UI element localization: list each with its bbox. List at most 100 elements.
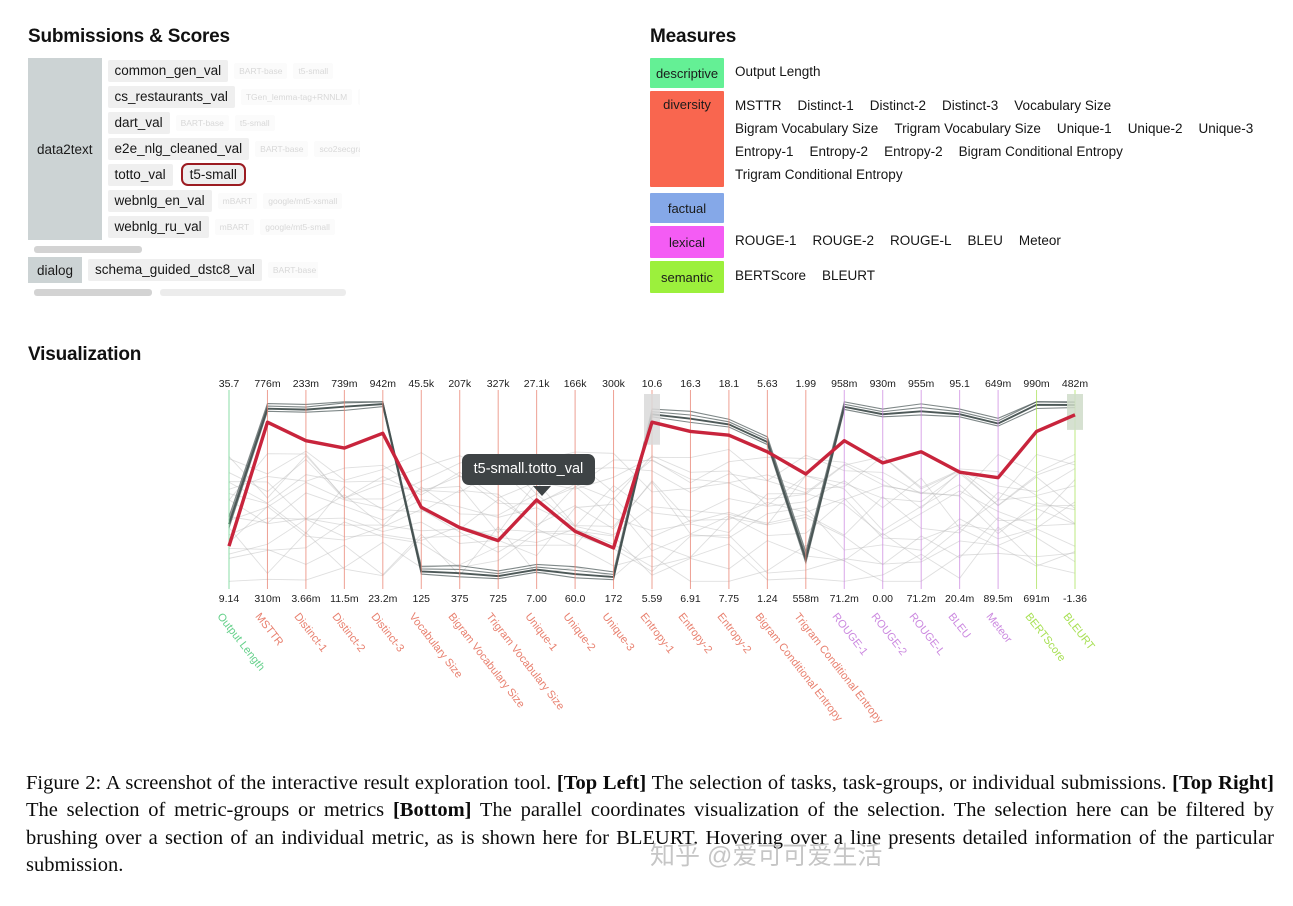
task-chip-webnlg_ru_val[interactable]: webnlg_ru_val [107,215,209,238]
task-group-tag-data2text[interactable]: data2text [28,58,102,240]
task-chip-common_gen_val[interactable]: common_gen_val [107,59,229,82]
axis-min-label: 0.00 [872,593,893,605]
axis-min-label: 310m [254,593,281,605]
measure-item-rouge-1[interactable]: ROUGE-1 [735,233,797,248]
measure-item-rouge-2[interactable]: ROUGE-2 [813,233,875,248]
measure-item-bertscore[interactable]: BERTScore [735,268,806,283]
axis-min-label: 5.59 [641,593,663,605]
axis-min-label: 71.2m [906,593,936,605]
submission-chip-google/mt5-small[interactable]: google/mt5-small [260,218,335,235]
axis-min-label: 558m [792,593,819,605]
task-chip-dart_val[interactable]: dart_val [107,111,170,134]
visualization-title: Visualization [28,344,142,365]
measure-item-distinct-1[interactable]: Distinct-1 [798,98,854,113]
submission-chip-BART-base[interactable]: BART-base [175,114,229,131]
measure-item-trigram-vocabulary-size[interactable]: Trigram Vocabulary Size [894,121,1041,136]
axis-min-label: 20.4m [945,593,975,605]
axis-max-label: 327k [486,378,510,390]
axis-min-label: 9.14 [218,593,240,605]
measure-item-entropy-1[interactable]: Entropy-1 [735,144,794,159]
scrollbar-thumb[interactable] [34,289,152,296]
parallel-coordinates-chart[interactable]: t5-small.totto_val 35.7 9.14 Output Length… [0,378,1293,726]
axis-max-label: 10.6 [641,378,663,390]
measure-items: BERTScore BLEURT [724,261,891,291]
submission-chip-t5-small[interactable]: t5-small [293,62,334,79]
axis-max-label: 776m [254,378,281,390]
submission-chip-BART-base[interactable]: BART-base [234,62,288,79]
measure-item-msttr[interactable]: MSTTR [735,98,782,113]
scrollbar-thumb[interactable] [34,246,142,253]
submission-chip-BART-base[interactable]: BART-base [267,261,319,278]
submission-chip-sco2secgrad[interactable]: sco2secgrad [314,140,360,157]
axis-max-label: 1.99 [795,378,817,390]
measure-items: MSTTR Distinct-1 Distinct-2 Distinct-3 Vocab… [724,91,1270,190]
measure-group-tag-diversity[interactable]: diversity [650,91,724,187]
measure-item-unique-1[interactable]: Unique-1 [1057,121,1112,136]
axis-min-label: 7.00 [526,593,547,605]
measure-item-unique-3[interactable]: Unique-3 [1198,121,1253,136]
submission-chip-mBART[interactable]: mBART [217,192,258,209]
submission-chip-BART-base[interactable]: BART-base [255,140,309,157]
scrollbar-track[interactable] [160,289,346,296]
axis-max-label: 233m [292,378,320,390]
task-row: totto_val t5-small [107,162,360,187]
task-chip-webnlg_en_val[interactable]: webnlg_en_val [107,189,212,212]
measure-item-bigram-conditional-entropy[interactable]: Bigram Conditional Entropy [959,144,1123,159]
measure-item-distinct-2[interactable]: Distinct-2 [870,98,926,113]
measure-item-trigram-conditional-entropy[interactable]: Trigram Conditional Entropy [735,167,903,182]
measure-group-row: diversity MSTTR Distinct-1 Distinct-2 Distin… [650,91,1270,190]
measure-item-output-length[interactable]: Output Length [735,64,821,79]
measure-item-entropy-2[interactable]: Entropy-2 [810,144,869,159]
submission-chip-mBART[interactable]: mBART [214,218,255,235]
submission-chip-t5-small[interactable]: t5-small [234,114,275,131]
measure-group-tag-factual[interactable]: factual [650,193,724,223]
caption-seg: The selection of tasks, task-groups, or [646,772,967,794]
axis-min-label: 1.24 [757,593,778,605]
horizontal-scrollbar-bottom[interactable] [34,289,346,296]
task-column: common_gen_val BART-base t5-small cs_restau… [102,58,360,240]
axis-min-label: 60.0 [564,593,586,605]
measure-group-row: semantic BERTScore BLEURT [650,261,1270,293]
measure-item-vocabulary-size[interactable]: Vocabulary Size [1014,98,1111,113]
selected-submission-chip-t5-small[interactable]: t5-small [180,163,246,186]
caption-seg: Figure 2: A screenshot of the interactiv… [26,772,557,794]
measure-item-bleu[interactable]: BLEU [968,233,1003,248]
submission-chip-TGen+RNNLM[interactable]: TGen+RNNLM [358,88,360,105]
task-row: webnlg_en_val mBART google/mt5-xsmall [107,188,360,213]
task-chip-e2e_nlg_cleaned_val[interactable]: e2e_nlg_cleaned_val [107,137,250,160]
measure-group-tag-lexical[interactable]: lexical [650,226,724,258]
chart-svg[interactable] [0,378,1293,718]
measure-item-distinct-3[interactable]: Distinct-3 [942,98,998,113]
caption-bold-top-right: [Top Right] [1172,772,1274,794]
axis-max-label: 955m [908,378,935,390]
measure-item-bigram-vocabulary-size[interactable]: Bigram Vocabulary Size [735,121,878,136]
measure-item-bleurt[interactable]: BLEURT [822,268,875,283]
caption-bold-top-left: [Top Left] [556,772,647,794]
task-chip-totto_val[interactable]: totto_val [107,163,173,186]
task-group-tag-dialog[interactable]: dialog [28,257,83,283]
brush-bleurt[interactable] [1067,394,1083,430]
measure-group-tag-descriptive[interactable]: descriptive [650,58,724,88]
measure-item-entropy-2[interactable]: Entropy-2 [884,144,943,159]
axis-max-label: 207k [448,378,472,390]
measure-item-unique-2[interactable]: Unique-2 [1128,121,1183,136]
axis-max-label: 45.5k [408,378,435,390]
measure-items: ROUGE-1 ROUGE-2 ROUGE-L BLEU Meteor [724,226,1077,256]
measure-group-tag-semantic[interactable]: semantic [650,261,724,293]
task-chip-schema_guided_dstc8_val[interactable]: schema_guided_dstc8_val [88,258,262,281]
axis-max-label: 5.63 [757,378,778,390]
submission-chip-TGen_lemma-tag+RNNLM[interactable]: TGen_lemma-tag+RNNLM [240,88,353,105]
horizontal-scrollbar[interactable] [34,246,334,253]
submission-chip-google/mt5-xsmall[interactable]: google/mt5-xsmall [263,192,343,209]
axis-min-label: 23.2m [368,593,398,605]
axis-max-label: 990m [1023,378,1050,390]
submissions-list: data2text common_gen_val BART-base t5-small… [28,58,360,296]
task-group-row: data2text common_gen_val BART-base t5-small… [28,58,360,240]
measure-item-rouge-l[interactable]: ROUGE-L [890,233,952,248]
task-chip-cs_restaurants_val[interactable]: cs_restaurants_val [107,85,235,108]
axis-max-label: 930m [869,378,896,390]
task-row: dart_val BART-base t5-small [107,110,360,135]
measure-group-row: descriptive Output Length [650,58,1270,88]
watermark: 知乎 @爱可可爱生活 [650,842,883,870]
measure-item-meteor[interactable]: Meteor [1019,233,1061,248]
